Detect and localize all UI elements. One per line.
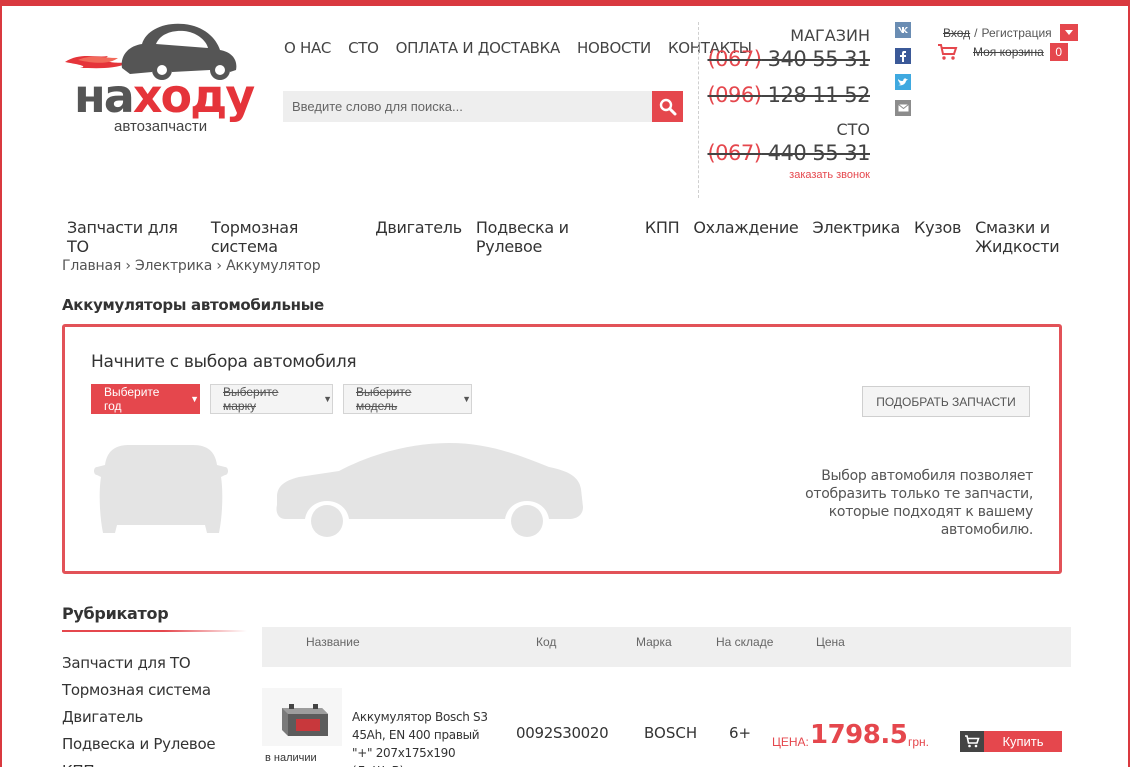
category-body[interactable]: Кузов — [914, 218, 961, 256]
facebook-icon[interactable] — [895, 48, 911, 64]
breadcrumb: Главная › Электрика › Аккумулятор — [62, 258, 321, 274]
search-button[interactable] — [652, 91, 683, 122]
site-logo[interactable]: находу автозапчасти — [60, 18, 260, 138]
availability-label: в наличии — [265, 752, 317, 764]
page-title: Аккумуляторы автомобильные — [62, 296, 324, 314]
category-maintenance[interactable]: Запчасти для ТО — [67, 218, 197, 256]
cart-icon — [960, 731, 984, 752]
mail-glyph-icon — [897, 104, 909, 112]
category-cooling[interactable]: Охлаждение — [693, 218, 798, 256]
make-dropdown[interactable]: Выберите марку ▼ — [210, 384, 333, 414]
callback-link[interactable]: заказать звонок — [789, 169, 870, 181]
logo-wordmark: находу — [74, 69, 255, 123]
cart-label: Моя корзина — [973, 45, 1044, 59]
make-dropdown-label: Выберите марку — [223, 385, 279, 413]
product-code: 0092S30020 — [516, 724, 609, 742]
category-brakes[interactable]: Тормозная система — [211, 218, 361, 256]
social-links — [895, 22, 911, 116]
breadcrumb-electrics[interactable]: Электрика — [135, 258, 212, 274]
sidebar-item-suspension[interactable]: Подвеска и Рулевое — [62, 731, 216, 758]
account-links: Вход / Регистрация — [943, 24, 1078, 41]
sto-label: СТО — [836, 120, 870, 139]
chevron-down-icon — [1064, 30, 1073, 35]
col-name: Название — [306, 635, 360, 649]
table-row: в наличии Аккумулятор Bosch S3 45Ah, EN … — [262, 688, 1071, 767]
category-engine[interactable]: Двигатель — [375, 218, 462, 256]
search-bar — [283, 91, 683, 122]
price-label: ЦЕНА: — [772, 735, 809, 749]
menu-payment-delivery[interactable]: ОПЛАТА И ДОСТАВКА — [396, 39, 561, 57]
chevron-down-icon: ▼ — [323, 394, 332, 404]
price-currency: грн. — [908, 735, 930, 749]
menu-about[interactable]: О НАС — [284, 39, 331, 57]
chevron-down-icon: ▼ — [462, 394, 471, 404]
account-dropdown-button[interactable] — [1059, 24, 1078, 41]
contact-phones: МАГАЗИН (067) 340 55 31 (096) 128 11 52 … — [698, 22, 873, 198]
battery-product-image[interactable] — [262, 688, 342, 746]
product-brand: BOSCH — [644, 724, 698, 742]
cart-glyph-icon — [965, 735, 980, 748]
price-value: 1798.5 — [810, 720, 908, 750]
year-dropdown-label: Выберите год — [104, 385, 160, 413]
breadcrumb-home[interactable]: Главная — [62, 258, 121, 274]
vk-glyph-icon — [898, 27, 908, 33]
phone-shop-2[interactable]: (096) 128 11 52 — [707, 83, 870, 107]
sidebar-item-engine[interactable]: Двигатель — [62, 704, 215, 731]
account-separator: / — [974, 25, 978, 40]
product-stock: 6+ — [729, 724, 752, 742]
model-dropdown-label: Выберите модель — [356, 385, 412, 413]
col-price: Цена — [816, 635, 845, 649]
col-brand: Марка — [636, 635, 672, 649]
sidebar-item-brakes[interactable]: Тормозная система — [62, 677, 215, 704]
category-nav: Запчасти для ТО Тормозная система Двигат… — [67, 218, 1130, 256]
sidebar-title-underline — [62, 630, 247, 632]
phone-shop-1[interactable]: (067) 340 55 31 — [707, 47, 870, 71]
model-dropdown[interactable]: Выберите модель ▼ — [343, 384, 472, 414]
register-link[interactable]: Регистрация — [982, 26, 1052, 40]
pick-parts-button[interactable]: ПОДОБРАТЬ ЗАПЧАСТИ — [862, 386, 1030, 417]
product-name-link[interactable]: Аккумулятор Bosch S3 45Ah, EN 400 правый… — [352, 708, 502, 767]
breadcrumb-current: Аккумулятор — [226, 258, 321, 274]
top-menu: О НАС СТО ОПЛАТА И ДОСТАВКА НОВОСТИ КОНТ… — [284, 39, 752, 57]
category-suspension[interactable]: Подвеска и Рулевое — [476, 218, 631, 256]
sidebar-item-maintenance[interactable]: Запчасти для ТО — [62, 650, 215, 677]
col-stock: На складе — [716, 635, 774, 649]
phone-sto[interactable]: (067) 440 55 31 — [707, 141, 870, 165]
category-gearbox[interactable]: КПП — [645, 218, 680, 256]
year-dropdown[interactable]: Выберите год ▼ — [91, 384, 200, 414]
selector-title: Начните с выбора автомобиля — [91, 352, 357, 372]
sidebar-item-gearbox[interactable]: КПП — [62, 758, 215, 767]
category-electrics[interactable]: Электрика — [812, 218, 900, 256]
car-silhouettes-icon — [94, 443, 583, 537]
twitter-icon[interactable] — [895, 74, 911, 90]
logo-subtitle: автозапчасти — [114, 118, 208, 135]
facebook-glyph-icon — [900, 51, 906, 62]
login-link[interactable]: Вход — [943, 26, 970, 40]
menu-news[interactable]: НОВОСТИ — [577, 39, 651, 57]
category-lubricants[interactable]: Смазки и Жидкости — [975, 218, 1130, 256]
sidebar-list: Запчасти для ТО Тормозная система Двигат… — [62, 650, 216, 767]
sidebar-title: Рубрикатор — [62, 604, 169, 623]
mail-icon[interactable] — [895, 100, 911, 116]
col-code: Код — [536, 635, 557, 649]
search-icon — [659, 98, 676, 115]
buy-button-label: Купить — [984, 731, 1062, 752]
cart-icon — [938, 44, 958, 60]
cart-count-badge: 0 — [1049, 43, 1068, 61]
car-selector: Начните с выбора автомобиля Выберите год… — [62, 324, 1062, 574]
vk-icon[interactable] — [895, 22, 911, 38]
buy-button[interactable]: Купить — [960, 731, 1062, 752]
table-header: Название Код Марка На складе Цена — [262, 627, 1071, 667]
breadcrumb-separator: › — [212, 258, 227, 274]
shop-label: МАГАЗИН — [790, 26, 870, 45]
breadcrumb-separator: › — [121, 258, 135, 274]
cart-widget[interactable]: Моя корзина 0 — [937, 43, 1068, 61]
menu-sto[interactable]: СТО — [348, 39, 379, 57]
twitter-glyph-icon — [898, 78, 908, 86]
selector-description: Выбор автомобиля позволяет отобразить то… — [805, 468, 1033, 538]
search-input[interactable] — [283, 91, 652, 122]
chevron-down-icon: ▼ — [190, 394, 199, 404]
